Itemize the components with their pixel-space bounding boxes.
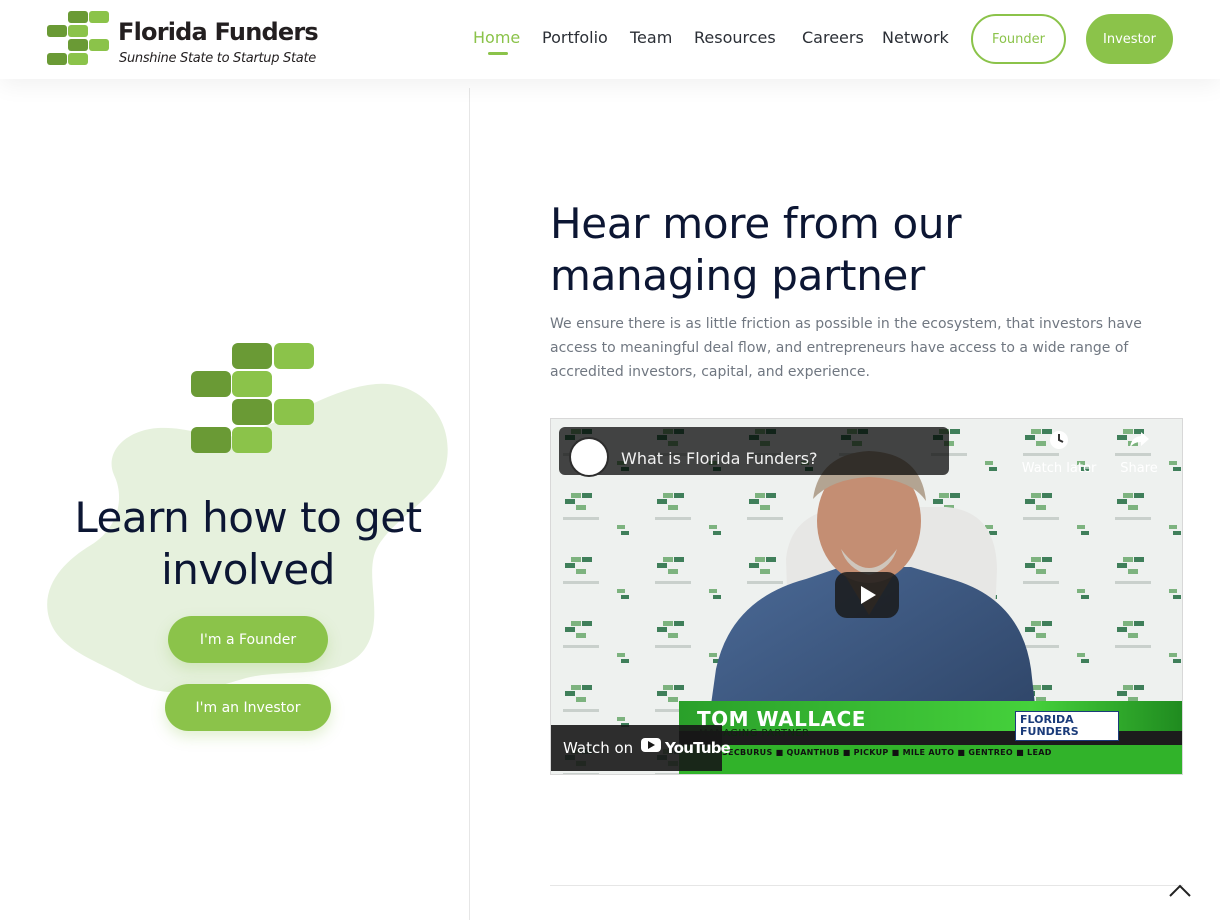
investor-button[interactable]: Investor (1086, 14, 1173, 64)
watch-on-label: Watch on (563, 739, 634, 757)
video-title[interactable]: What is Florida Funders? (621, 449, 818, 468)
youtube-wordmark: YouTube (665, 739, 731, 757)
get-involved-line1: Learn how to get (74, 493, 422, 542)
nav-resources[interactable]: Resources (694, 28, 776, 47)
column-divider (469, 88, 470, 920)
share-arrow-icon (1130, 432, 1149, 448)
im-a-founder-button[interactable]: I'm a Founder (168, 616, 328, 663)
nav-portfolio[interactable]: Portfolio (542, 28, 608, 47)
play-icon (861, 586, 876, 604)
share-label: Share (1120, 461, 1158, 476)
nav-home[interactable]: Home (473, 28, 521, 55)
nav-network[interactable]: Network (882, 28, 949, 47)
get-involved-heading: Learn how to get involved (40, 492, 456, 596)
overlay-brand-text: FLORIDA FUNDERS (1020, 714, 1079, 738)
im-an-investor-button[interactable]: I'm an Investor (165, 684, 331, 731)
brand-name: Florida Funders (118, 18, 319, 46)
brand-tagline: Sunshine State to Startup State (119, 51, 316, 66)
channel-avatar-icon[interactable] (569, 437, 609, 477)
video-player[interactable]: What is Florida Funders? Watch later Sha… (550, 418, 1183, 775)
nav-home-label: Home (473, 28, 521, 47)
watch-later-label: Watch later (1021, 461, 1097, 476)
managing-partner-line1: Hear more from our (550, 199, 962, 248)
youtube-logo-icon (641, 738, 661, 752)
get-involved-line2: involved (161, 545, 335, 594)
overlay-brand-line2: FUNDERS (1020, 725, 1079, 738)
watch-later-button[interactable]: Watch later (1019, 429, 1099, 476)
managing-partner-description: We ensure there is as little friction as… (550, 316, 1142, 380)
video-title-bar: What is Florida Funders? (559, 427, 949, 477)
overlay-brand-box: FLORIDA FUNDERS (1015, 711, 1119, 741)
brand-logo[interactable]: Florida Funders Sunshine State to Startu… (46, 10, 336, 70)
managing-partner-line2: managing partner (550, 251, 926, 300)
managing-partner-heading: Hear more from our managing partner (550, 198, 1110, 302)
founder-button[interactable]: Founder (971, 14, 1066, 64)
chevron-up-icon[interactable] (1166, 878, 1194, 900)
share-button[interactable]: Share (1099, 429, 1179, 476)
site-header: Florida Funders Sunshine State to Startu… (0, 0, 1220, 79)
clock-icon (1050, 431, 1068, 449)
watch-on-youtube-button[interactable]: Watch on YouTube (551, 725, 731, 771)
nav-careers[interactable]: Careers (802, 28, 864, 47)
nav-active-indicator (488, 52, 508, 55)
section-divider (550, 885, 1183, 886)
news-ticker: SECBURUS ■ QUANTHUB ■ PICKUP ■ MILE AUTO… (722, 748, 1052, 757)
green-blocks-icon (191, 343, 314, 453)
logo-mark-icon (47, 11, 109, 65)
play-button[interactable] (835, 572, 899, 618)
nav-team[interactable]: Team (630, 28, 672, 47)
